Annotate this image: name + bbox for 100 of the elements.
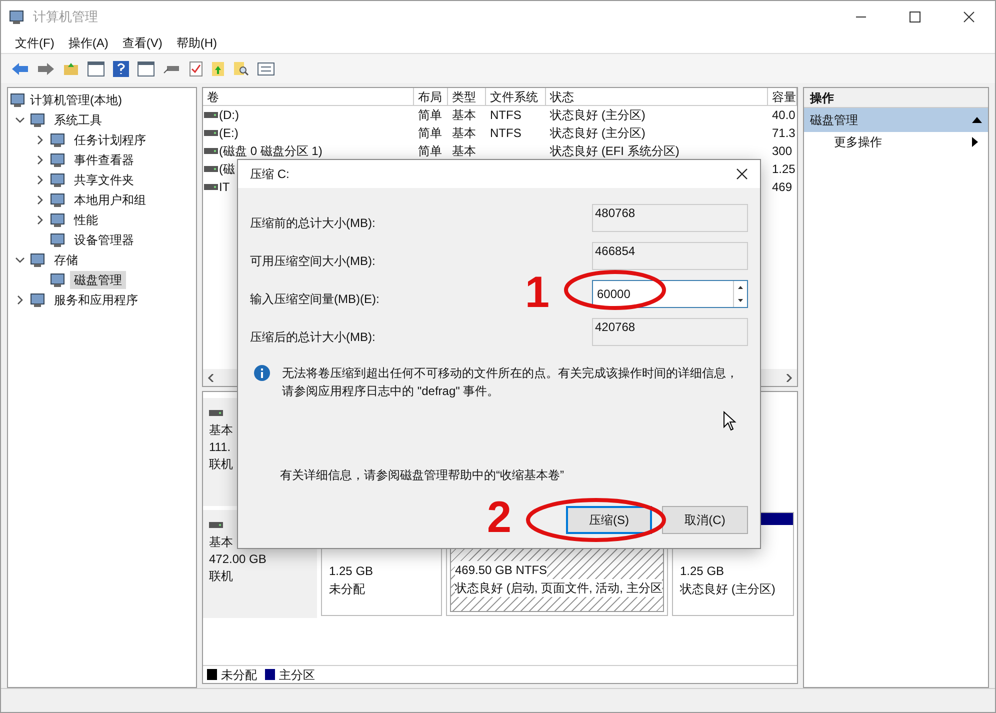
field-label: 输入压缩空间量(MB)(E): (250, 291, 380, 308)
panel-icon[interactable] (87, 60, 105, 76)
chevron-right-icon[interactable] (35, 135, 45, 145)
tree-item[interactable]: 服务和应用程序 (50, 291, 142, 309)
chevron-right-icon[interactable] (35, 175, 45, 185)
chevron-right-icon[interactable] (35, 195, 45, 205)
field-label: 压缩后的总计大小(MB): (250, 329, 376, 346)
tree-item[interactable]: 设备管理器 (70, 231, 138, 249)
table-cell-text: 简单 (418, 107, 442, 124)
menu-item[interactable]: 文件(F) (15, 34, 54, 52)
partition-status: 状态良好 (主分区) (680, 580, 776, 598)
readonly-field: 420768 (592, 318, 748, 346)
actions-section[interactable]: 磁盘管理 (804, 108, 988, 132)
actions-title: 操作 (804, 88, 988, 108)
tree-item[interactable]: 性能 (70, 211, 102, 229)
node-icon (10, 92, 26, 108)
table-cell-text: (磁盘 0 磁盘分区 1) (219, 143, 322, 160)
properties-icon[interactable] (257, 62, 275, 76)
menu-item[interactable]: 查看(V) (122, 34, 162, 52)
upload-icon[interactable] (211, 60, 225, 76)
disk-info: 472.00 GB (209, 551, 268, 568)
tree-item[interactable]: 系统工具 (50, 111, 106, 129)
drive-icon (204, 184, 218, 190)
table-cell-text: 300 (772, 143, 792, 160)
table-cell-text: IT (219, 179, 230, 196)
action-link[interactable]: 更多操作 (834, 133, 882, 151)
checklist-icon[interactable] (189, 60, 203, 76)
tree-item[interactable]: 磁盘管理 (70, 271, 126, 289)
legend-label: 主分区 (279, 666, 315, 684)
table-cell-text: 简单 (418, 125, 442, 142)
info-message: 无法将卷压缩到超出任何不可移动的文件所在的点。有关完成该操作时间的详细信息，请参阅应用程序日志中的 "defrag" 事件。 (282, 365, 739, 400)
field-label: 压缩前的总计大小(MB): (250, 215, 376, 232)
column-header[interactable]: 文件系统 (486, 88, 546, 105)
disk-info: 联机 (209, 456, 234, 473)
node-icon (50, 192, 66, 208)
tree-item[interactable]: 本地用户和组 (70, 191, 150, 209)
dialog-title: 压缩 C: (250, 166, 290, 183)
table-cell-text: 40.0 (772, 107, 796, 124)
table-cell-text: (磁 (219, 161, 235, 178)
chevron-down-icon[interactable] (15, 255, 25, 265)
disk-info: 基本 (209, 534, 234, 551)
table-cell-text: NTFS (490, 107, 522, 124)
menu-item[interactable]: 帮助(H) (176, 34, 217, 52)
table-cell-text: NTFS (490, 125, 522, 142)
tree-root[interactable]: 计算机管理(本地) (30, 91, 122, 109)
legend-label: 未分配 (221, 666, 257, 684)
close-icon[interactable] (963, 11, 975, 23)
annotation-number: 1 (525, 271, 550, 315)
column-header[interactable]: 状态 (546, 88, 768, 105)
chevron-down-icon[interactable] (15, 115, 25, 125)
back-arrow-icon[interactable] (11, 62, 29, 76)
drive-icon (209, 410, 223, 416)
column-header[interactable]: 卷 (203, 88, 414, 105)
table-cell-text: 基本 (452, 143, 476, 160)
drive-icon (204, 112, 218, 118)
node-icon (50, 212, 66, 228)
drive-icon (209, 522, 223, 528)
node-icon (30, 112, 46, 128)
tree-item[interactable]: 存储 (50, 251, 82, 269)
panel-icon[interactable] (137, 60, 155, 76)
drive-icon (204, 148, 218, 154)
window-title: 计算机管理 (33, 8, 98, 26)
close-icon[interactable] (736, 168, 748, 180)
disk-info: 基本 (209, 422, 234, 439)
column-header[interactable]: 容量 (768, 88, 797, 105)
chevron-right-icon[interactable] (35, 155, 45, 165)
search-icon[interactable] (233, 60, 249, 76)
partition-status: 未分配 (329, 580, 365, 598)
tree-item[interactable]: 事件查看器 (70, 151, 138, 169)
tree-item[interactable]: 共享文件夹 (70, 171, 138, 189)
readonly-field: 466854 (592, 242, 748, 270)
table-cell-text: 469 (772, 179, 792, 196)
chevron-right-icon[interactable] (15, 295, 25, 305)
drive-icon (204, 166, 218, 172)
chevron-right-icon[interactable] (35, 215, 45, 225)
collapse-icon[interactable] (972, 117, 982, 123)
table-cell-text: 1.25 (772, 161, 796, 178)
partition-status: 状态良好 (启动, 页面文件, 活动, 主分区 (455, 579, 662, 597)
table-cell-text: 简单 (418, 143, 442, 160)
help-note: 有关详细信息，请参阅磁盘管理帮助中的“收缩基本卷” (279, 467, 565, 484)
menu-item[interactable]: 操作(A) (68, 34, 108, 52)
number-spinner[interactable]: 60000 (592, 280, 748, 308)
drive-icon (204, 130, 218, 136)
folder-up-icon[interactable] (63, 60, 79, 76)
column-header[interactable]: 类型 (448, 88, 486, 105)
scroll-left-icon[interactable] (207, 374, 215, 382)
node-icon (50, 272, 66, 288)
dialog-button[interactable]: 压缩(S) (566, 506, 652, 534)
node-icon (50, 152, 66, 168)
scroll-right-icon[interactable] (785, 374, 793, 382)
forward-arrow-icon[interactable] (37, 62, 55, 76)
node-icon (50, 132, 66, 148)
tree-item[interactable]: 任务计划程序 (70, 131, 150, 149)
table-cell-text: 71.3 (772, 125, 796, 142)
column-header[interactable]: 布局 (414, 88, 448, 105)
maximize-icon[interactable] (909, 11, 921, 23)
dialog-button[interactable]: 取消(C) (662, 506, 748, 534)
help-icon[interactable] (113, 60, 129, 76)
node-icon (30, 252, 46, 268)
node-icon (50, 172, 66, 188)
